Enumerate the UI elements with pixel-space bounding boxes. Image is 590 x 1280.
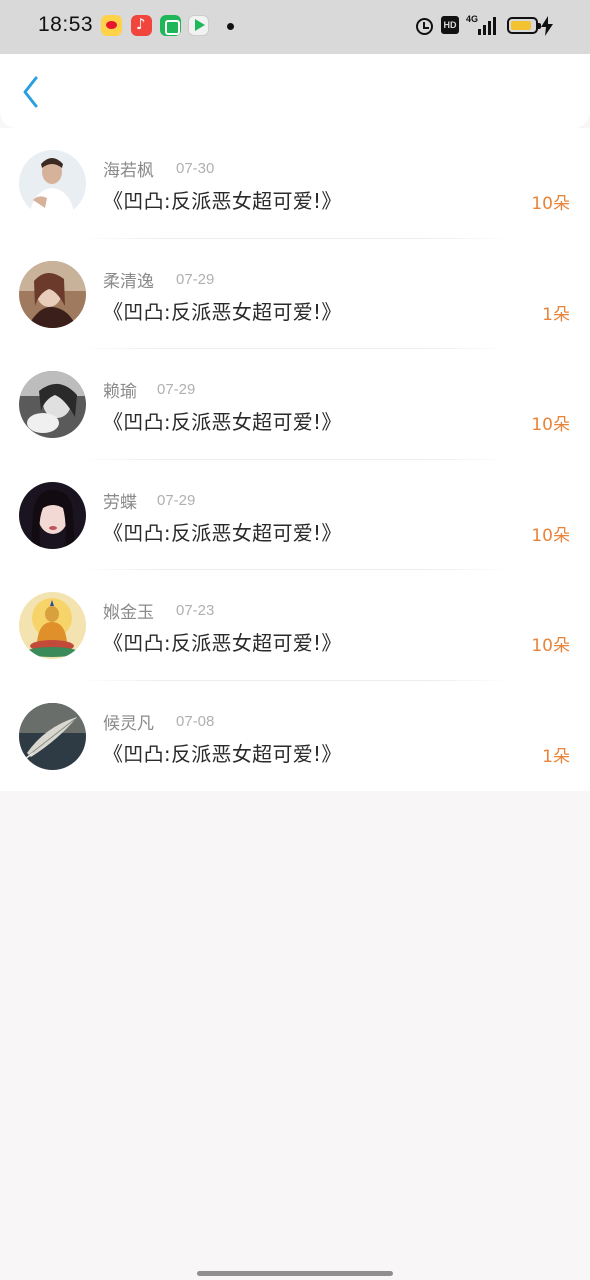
user-name: 劳蝶 [103, 492, 137, 513]
signal-icon [476, 16, 498, 35]
avatar[interactable] [19, 592, 86, 659]
avatar[interactable] [19, 371, 86, 438]
video-app-icon [188, 15, 209, 36]
book-title: 《凹凸:反派恶女超可爱!》 [103, 631, 342, 655]
music-app-icon [131, 15, 152, 36]
list-item[interactable]: 柔清逸 07-29 《凹凸:反派恶女超可爱!》 1朵 [0, 239, 590, 349]
user-name: 柔清逸 [103, 271, 154, 292]
item-date: 07-30 [176, 160, 215, 177]
status-time: 18:53 [38, 13, 94, 36]
hd-badge: HD [441, 16, 459, 34]
list-item[interactable]: 候灵凡 07-08 《凹凸:反派恶女超可爱!》 1朵 [0, 681, 590, 792]
book-title: 《凹凸:反派恶女超可爱!》 [103, 410, 342, 434]
user-name: 赖瑜 [103, 382, 137, 402]
item-date: 07-29 [176, 270, 215, 288]
user-name: 海若枫 [103, 161, 154, 181]
battery-icon [507, 17, 541, 34]
list-item[interactable]: 劳蝶 07-29 《凹凸:反派恶女超可爱!》 10朵 [0, 460, 590, 570]
avatar[interactable] [19, 150, 86, 217]
green-app-icon [160, 15, 181, 36]
user-name: 候灵凡 [103, 713, 154, 734]
item-date: 07-23 [176, 602, 215, 619]
list-item[interactable]: 赖瑜 07-29 《凹凸:反派恶女超可爱!》 10朵 [0, 349, 590, 460]
item-date: 07-29 [157, 381, 196, 398]
book-title: 《凹凸:反派恶女超可爱!》 [103, 520, 342, 545]
gift-record-list: 海若枫 07-30 《凹凸:反派恶女超可爱!》 10朵 柔清逸 07-29 《凹… [0, 128, 590, 791]
header-bar [0, 54, 590, 128]
status-bar: 18:53 HD 4G [0, 0, 590, 54]
list-item[interactable]: 娰金玉 07-23 《凹凸:反派恶女超可爱!》 10朵 [0, 570, 590, 681]
chevron-left-icon [23, 76, 38, 108]
alarm-icon [416, 18, 433, 35]
avatar[interactable] [19, 702, 86, 770]
user-name: 娰金玉 [103, 603, 154, 623]
flower-count: 1朵 [542, 304, 570, 325]
list-item[interactable]: 海若枫 07-30 《凹凸:反派恶女超可爱!》 10朵 [0, 128, 590, 239]
charging-icon [541, 16, 553, 36]
flower-count: 10朵 [531, 636, 570, 656]
book-title: 《凹凸:反派恶女超可爱!》 [103, 741, 342, 766]
book-title: 《凹凸:反派恶女超可爱!》 [103, 189, 342, 213]
flower-count: 10朵 [531, 525, 570, 546]
back-button[interactable] [14, 74, 50, 110]
weibo-app-icon [101, 15, 122, 36]
item-date: 07-29 [157, 491, 196, 509]
avatar[interactable] [19, 481, 86, 549]
notification-dot-icon [227, 23, 234, 30]
avatar[interactable] [19, 260, 86, 328]
home-indicator[interactable] [197, 1271, 393, 1276]
item-date: 07-08 [176, 712, 215, 730]
flower-count: 10朵 [531, 415, 570, 435]
flower-count: 1朵 [542, 746, 570, 767]
book-title: 《凹凸:反派恶女超可爱!》 [103, 299, 342, 324]
flower-count: 10朵 [531, 194, 570, 214]
